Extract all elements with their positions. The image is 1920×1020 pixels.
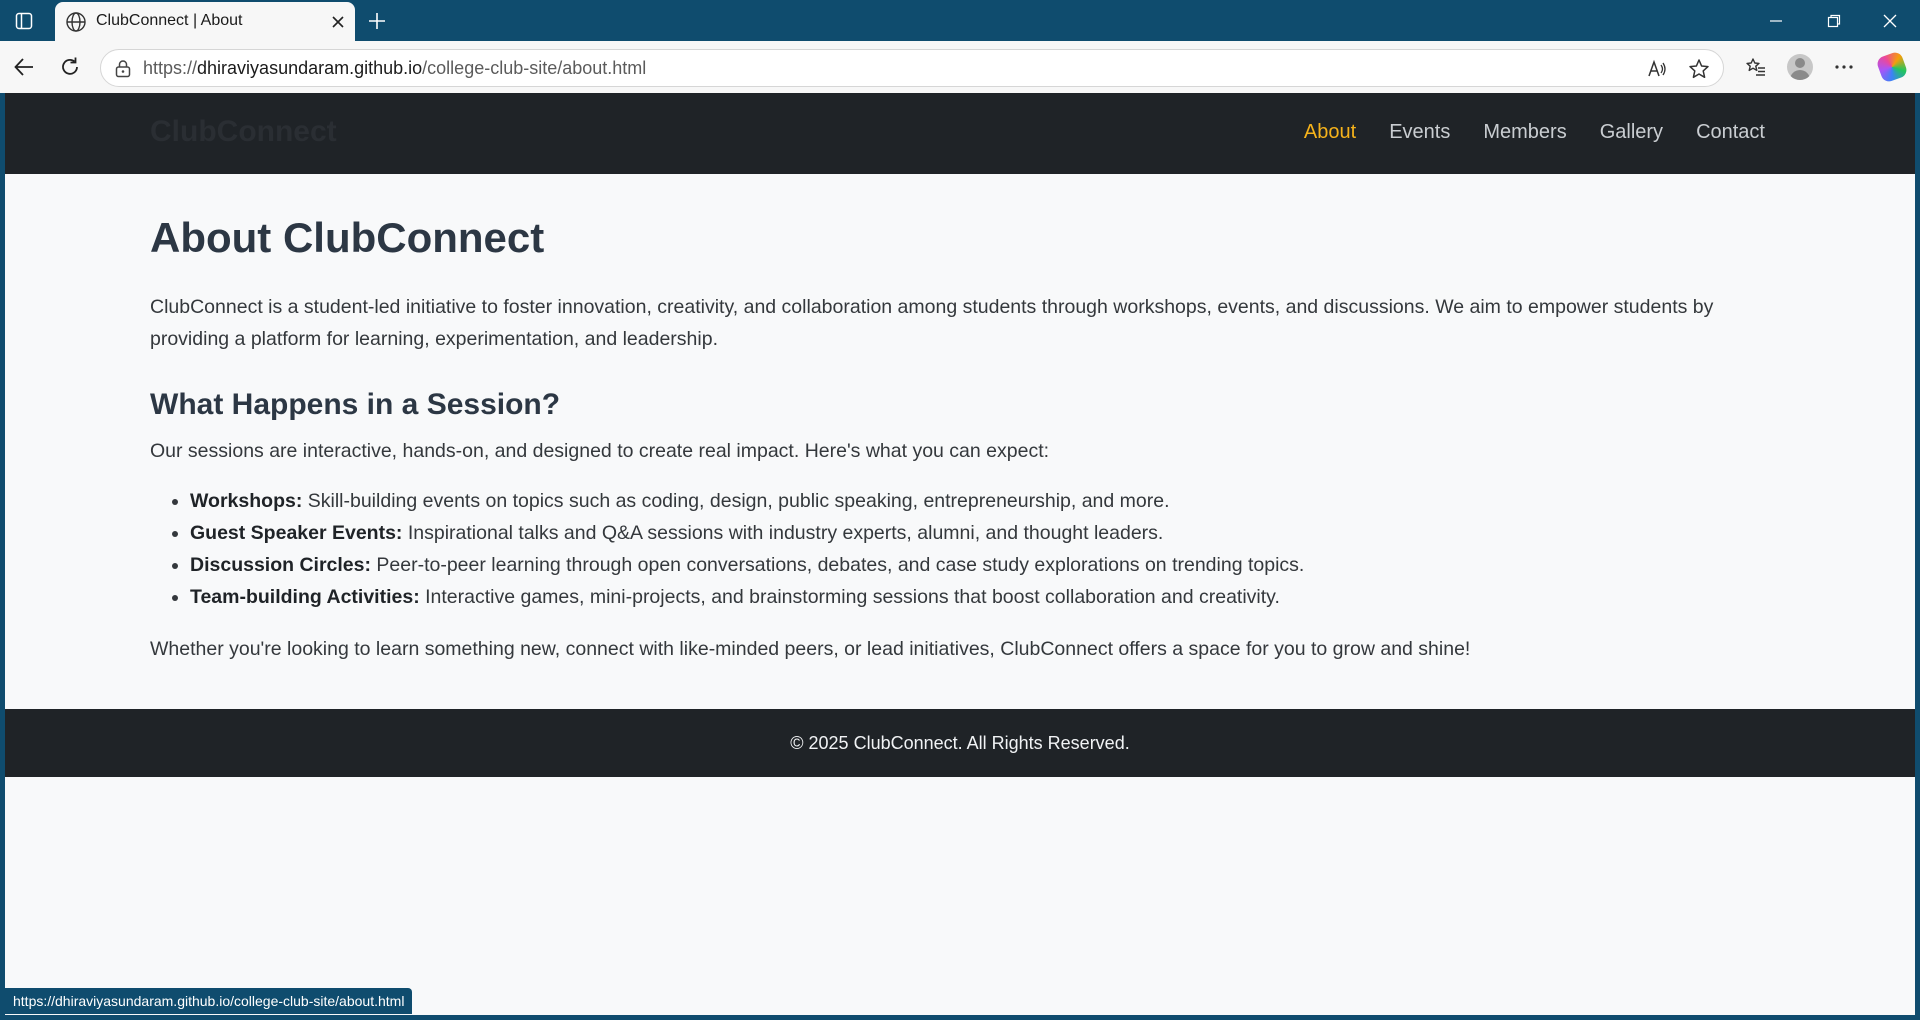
sidebar-icon[interactable]: [10, 8, 38, 34]
site-footer: © 2025 ClubConnect. All Rights Reserved.: [5, 709, 1915, 777]
plus-icon[interactable]: [364, 8, 390, 34]
nav-gallery[interactable]: Gallery: [1600, 121, 1663, 144]
item-desc: Skill-building events on topics such as …: [302, 490, 1170, 513]
main-content: About ClubConnect ClubConnect is a stude…: [150, 213, 1770, 665]
status-bar: https://dhiraviyasundaram.github.io/coll…: [5, 988, 413, 1014]
close-window-icon[interactable]: [1862, 0, 1918, 41]
restore-icon[interactable]: [1806, 0, 1862, 41]
back-icon[interactable]: [8, 51, 40, 83]
item-term: Team-building Activities:: [190, 586, 420, 609]
minimize-icon[interactable]: [1748, 0, 1804, 41]
status-url: https://dhiraviyasundaram.github.io/coll…: [13, 993, 405, 1009]
browser-toolbar: https://dhiraviyasundaram.github.io/coll…: [0, 41, 1920, 93]
item-desc: Interactive games, mini-projects, and br…: [419, 586, 1280, 609]
main-nav: About Events Members Gallery Contact: [1304, 121, 1765, 144]
section-lead: Our sessions are interactive, hands-on, …: [150, 440, 1050, 463]
profile-icon[interactable]: [1784, 51, 1816, 83]
close-icon[interactable]: [327, 11, 349, 33]
read-aloud-icon[interactable]: [1643, 55, 1671, 83]
item-term: Discussion Circles:: [190, 554, 371, 577]
copilot-icon[interactable]: [1875, 50, 1909, 84]
item-term: Workshops:: [190, 490, 303, 513]
star-icon[interactable]: [1685, 55, 1713, 83]
session-list: Workshops: Skill-building events on topi…: [150, 485, 1770, 613]
closing-paragraph: Whether you're looking to learn somethin…: [150, 638, 1471, 661]
refresh-icon[interactable]: [54, 51, 86, 83]
url-text[interactable]: https://dhiraviyasundaram.github.io/coll…: [143, 58, 646, 79]
nav-events[interactable]: Events: [1389, 121, 1450, 144]
intro-paragraph: ClubConnect is a student-led initiative …: [150, 296, 1714, 351]
list-item: Team-building Activities: Interactive ga…: [190, 581, 1770, 613]
active-tab[interactable]: ClubConnect | About: [55, 2, 355, 42]
section-title: What Happens in a Session?: [150, 388, 561, 422]
more-icon[interactable]: [1828, 51, 1860, 83]
page-title: About ClubConnect: [150, 214, 545, 261]
tab-title: ClubConnect | About: [96, 12, 243, 29]
address-bar[interactable]: https://dhiraviyasundaram.github.io/coll…: [100, 49, 1724, 87]
item-desc: Peer-to-peer learning through open conve…: [370, 554, 1305, 577]
lock-icon[interactable]: [113, 59, 133, 79]
globe-icon: [65, 11, 87, 33]
site-logo[interactable]: ClubConnect: [150, 115, 337, 149]
site-header: ClubConnect About Events Members Gallery…: [5, 93, 1915, 174]
tab-strip: ClubConnect | About: [0, 0, 1920, 42]
item-term: Guest Speaker Events:: [190, 522, 403, 545]
list-item: Discussion Circles: Peer-to-peer learnin…: [190, 549, 1770, 581]
footer-copyright: © 2025 ClubConnect. All Rights Reserved.: [790, 732, 1130, 753]
item-desc: Inspirational talks and Q&A sessions wit…: [402, 522, 1164, 545]
nav-contact[interactable]: Contact: [1696, 121, 1765, 144]
avatar: [1787, 54, 1813, 80]
nav-about[interactable]: About: [1304, 121, 1356, 144]
list-item: Guest Speaker Events: Inspirational talk…: [190, 517, 1770, 549]
nav-members[interactable]: Members: [1483, 121, 1566, 144]
page-viewport: ClubConnect About Events Members Gallery…: [5, 93, 1915, 1015]
favorites-icon[interactable]: [1740, 51, 1772, 83]
list-item: Workshops: Skill-building events on topi…: [190, 485, 1770, 517]
